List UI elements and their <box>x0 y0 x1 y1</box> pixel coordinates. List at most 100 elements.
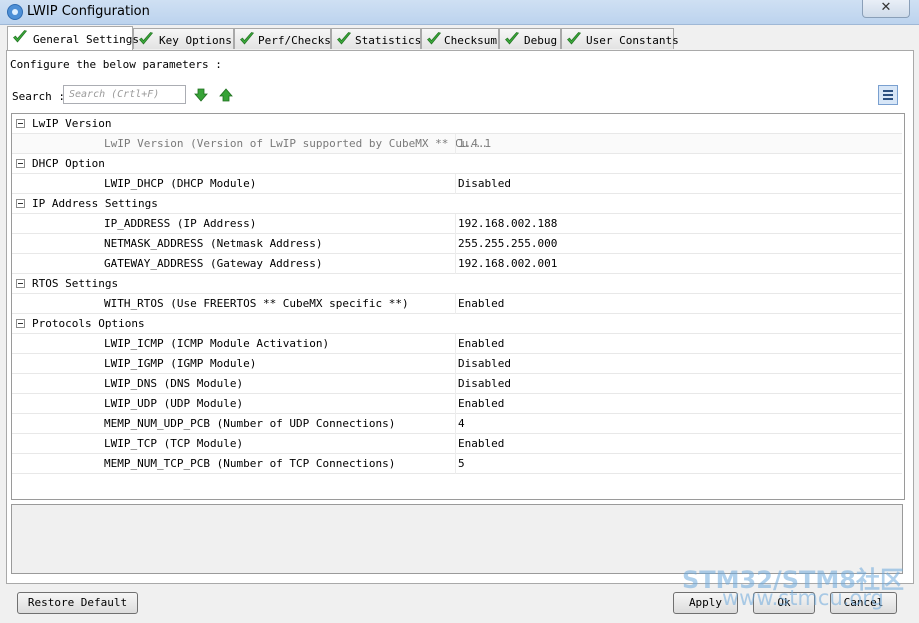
parameter-value[interactable]: 5 <box>458 457 465 470</box>
collapse-icon[interactable] <box>16 319 25 328</box>
parameter-value[interactable]: 192.168.002.188 <box>458 217 557 230</box>
window-title: LWIP Configuration <box>27 4 150 19</box>
check-icon <box>427 32 442 45</box>
parameter-name: WITH_RTOS (Use FREERTOS ** CubeMX specif… <box>104 297 409 310</box>
parameter-row[interactable]: LWIP_ICMP (ICMP Module Activation) Enable… <box>12 334 902 354</box>
group-header[interactable]: Protocols Options <box>12 314 902 334</box>
list-view-icon[interactable] <box>878 85 898 105</box>
group-header[interactable]: DHCP Option <box>12 154 902 174</box>
column-divider <box>455 294 456 314</box>
tab-label: Key Options <box>159 34 232 47</box>
tab-statistics[interactable]: Statistics <box>331 28 421 49</box>
group-header[interactable]: RTOS Settings <box>12 274 902 294</box>
parameter-value[interactable]: Enabled <box>458 297 504 310</box>
collapse-icon[interactable] <box>16 119 25 128</box>
parameter-name: LWIP_DHCP (DHCP Module) <box>104 177 257 190</box>
parameter-row[interactable]: LWIP_DNS (DNS Module) Disabled <box>12 374 902 394</box>
arrow-up-icon[interactable] <box>219 88 233 102</box>
parameter-value: 1.4.1 <box>458 137 492 150</box>
parameter-row[interactable]: LwIP Version (Version of LwIP supported … <box>12 134 902 154</box>
parameter-row[interactable]: LWIP_IGMP (IGMP Module) Disabled <box>12 354 902 374</box>
parameter-row[interactable]: NETMASK_ADDRESS (Netmask Address) 255.255… <box>12 234 902 254</box>
tab-checksum[interactable]: Checksum <box>421 28 499 49</box>
parameter-name: LwIP Version (Version of LwIP supported … <box>104 137 489 150</box>
parameter-name: LWIP_UDP (UDP Module) <box>104 397 244 410</box>
parameter-value[interactable]: Disabled <box>458 377 511 390</box>
collapse-icon[interactable] <box>16 159 25 168</box>
tab-debug[interactable]: Debug <box>499 28 561 49</box>
parameter-row[interactable]: LWIP_TCP (TCP Module) Enabled <box>12 434 902 454</box>
column-divider <box>455 234 456 254</box>
search-label: Search : <box>12 90 65 103</box>
parameter-name: MEMP_NUM_TCP_PCB (Number of TCP Connecti… <box>104 457 396 470</box>
title-bar: LWIP Configuration ✕ <box>0 0 919 25</box>
group-name: LwIP Version <box>32 117 112 130</box>
parameter-name: LWIP_DNS (DNS Module) <box>104 377 244 390</box>
close-button[interactable]: ✕ <box>862 0 910 18</box>
parameter-row[interactable]: MEMP_NUM_TCP_PCB (Number of TCP Connecti… <box>12 454 902 474</box>
parameter-name: LWIP_IGMP (IGMP Module) <box>104 357 257 370</box>
tab-label: Perf/Checks <box>258 34 331 47</box>
restore-default-button[interactable]: Restore Default <box>17 592 138 614</box>
check-icon <box>240 32 255 45</box>
tab-label: Statistics <box>355 34 422 47</box>
tab-label: Checksum <box>444 34 497 47</box>
parameter-value[interactable]: Enabled <box>458 337 504 350</box>
group-name: Protocols Options <box>32 317 145 330</box>
column-divider <box>455 334 456 354</box>
column-divider <box>455 414 456 434</box>
watermark-url: www.stmcu.org <box>722 586 884 610</box>
collapse-icon[interactable] <box>16 199 25 208</box>
tab-label: User Constants <box>586 34 679 47</box>
parameter-value[interactable]: Disabled <box>458 357 511 370</box>
parameter-value[interactable]: Disabled <box>458 177 511 190</box>
check-icon <box>13 30 28 43</box>
column-divider <box>455 254 456 274</box>
tab-key-options[interactable]: Key Options <box>133 28 234 49</box>
parameter-row[interactable]: MEMP_NUM_UDP_PCB (Number of UDP Connecti… <box>12 414 902 434</box>
parameter-name: LWIP_ICMP (ICMP Module Activation) <box>104 337 330 350</box>
column-divider <box>455 134 456 154</box>
group-header[interactable]: IP Address Settings <box>12 194 902 214</box>
check-icon <box>567 32 582 45</box>
parameter-name: GATEWAY_ADDRESS (Gateway Address) <box>104 257 323 270</box>
parameter-value[interactable]: 192.168.002.001 <box>458 257 557 270</box>
group-name: DHCP Option <box>32 157 105 170</box>
parameter-value[interactable]: Enabled <box>458 397 504 410</box>
parameter-row[interactable]: GATEWAY_ADDRESS (Gateway Address) 192.168… <box>12 254 902 274</box>
tab-general-settings[interactable]: General Settings <box>7 26 139 50</box>
group-name: RTOS Settings <box>32 277 119 290</box>
parameter-name: IP_ADDRESS (IP Address) <box>104 217 257 230</box>
parameter-grid: LwIP Version LwIP Version (Version of LwI… <box>11 113 905 500</box>
parameter-row[interactable]: WITH_RTOS (Use FREERTOS ** CubeMX specif… <box>12 294 902 314</box>
parameter-row[interactable]: LWIP_UDP (UDP Module) Enabled <box>12 394 902 414</box>
parameter-value[interactable]: Enabled <box>458 437 504 450</box>
parameter-row[interactable]: LWIP_DHCP (DHCP Module) Disabled <box>12 174 902 194</box>
tab-user-constants[interactable]: User Constants <box>561 28 679 49</box>
tab-perf-checks[interactable]: Perf/Checks <box>234 28 331 49</box>
lwip-configuration-window: LWIP Configuration ✕ General Settings Key… <box>0 0 919 623</box>
column-divider <box>455 174 456 194</box>
check-icon <box>337 32 352 45</box>
parameter-row[interactable]: IP_ADDRESS (IP Address) 192.168.002.188 <box>12 214 902 234</box>
parameter-name: NETMASK_ADDRESS (Netmask Address) <box>104 237 323 250</box>
tab-label: General Settings <box>33 33 139 46</box>
column-divider <box>455 214 456 234</box>
check-icon <box>505 32 520 45</box>
column-divider <box>455 374 456 394</box>
group-name: IP Address Settings <box>32 197 158 210</box>
arrow-down-icon[interactable] <box>194 88 208 102</box>
column-divider <box>455 434 456 454</box>
group-header[interactable]: LwIP Version <box>12 114 902 134</box>
parameter-name: MEMP_NUM_UDP_PCB (Number of UDP Connecti… <box>104 417 396 430</box>
parameter-value[interactable]: 4 <box>458 417 465 430</box>
collapse-icon[interactable] <box>16 279 25 288</box>
tab-label: Debug <box>524 34 558 47</box>
check-icon <box>139 32 154 45</box>
search-input[interactable] <box>63 85 186 104</box>
intro-text: Configure the below parameters : <box>10 58 222 71</box>
column-divider <box>455 454 456 474</box>
column-divider <box>455 354 456 374</box>
parameter-value[interactable]: 255.255.255.000 <box>458 237 557 250</box>
parameter-name: LWIP_TCP (TCP Module) <box>104 437 244 450</box>
